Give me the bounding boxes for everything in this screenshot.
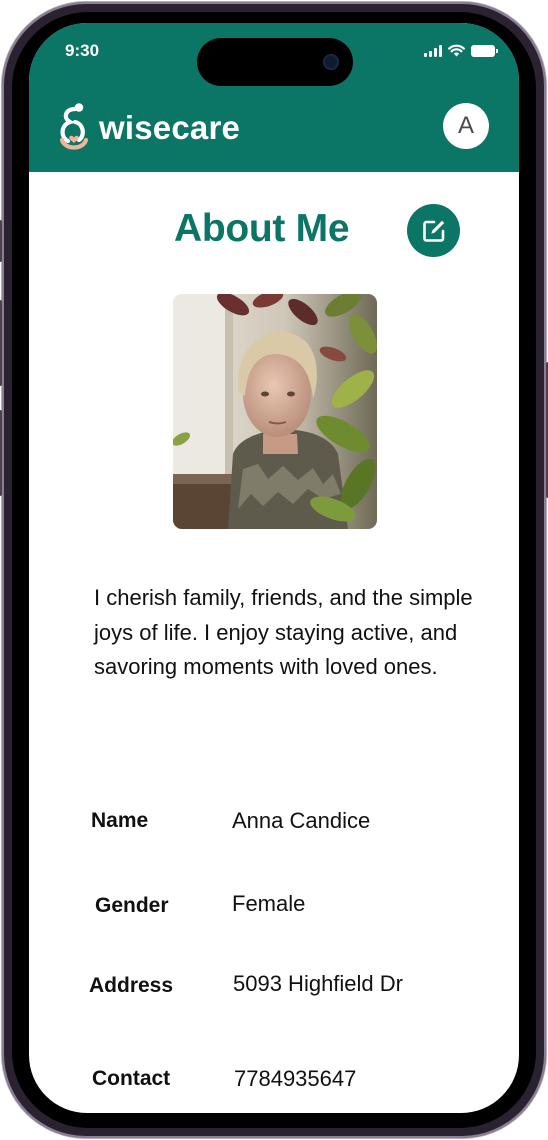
volume-up-button [0, 300, 2, 386]
profile-avatar-button[interactable]: A [443, 103, 489, 149]
detail-label-address: Address [89, 974, 174, 997]
detail-value-address: 5093 Highfield Dr [233, 971, 403, 996]
front-camera [323, 54, 339, 70]
detail-label-gender: Gender [95, 894, 169, 917]
profile-photo-image [173, 294, 377, 529]
detail-value-gender: Female [232, 891, 306, 916]
profile-photo [173, 294, 377, 529]
avatar-initial: A [457, 112, 474, 139]
volume-down-button [0, 410, 2, 496]
action-button [0, 220, 2, 262]
bio-text: I cherish family, friends, and the simpl… [94, 585, 473, 679]
battery-icon [471, 45, 498, 57]
edit-pencil-icon [422, 220, 444, 242]
status-time: 9:30 [65, 41, 100, 60]
edit-button[interactable] [407, 204, 460, 257]
detail-label-contact: Contact [92, 1067, 171, 1090]
page-title: About Me [174, 207, 350, 250]
screen: 9:30 wisecare A About Me I cherish famil… [29, 23, 519, 1113]
detail-value-name: Anna Candice [232, 808, 371, 833]
brand-name: wisecare [99, 109, 241, 146]
wifi-icon [448, 44, 465, 57]
app-header: 9:30 wisecare A [29, 23, 519, 172]
detail-value-contact: 7784935647 [234, 1066, 357, 1091]
status-icons [424, 44, 498, 57]
wisecare-logo-icon [59, 103, 89, 150]
dynamic-island [197, 38, 353, 86]
cellular-signal-icon [424, 45, 442, 57]
detail-label-name: Name [91, 809, 149, 832]
